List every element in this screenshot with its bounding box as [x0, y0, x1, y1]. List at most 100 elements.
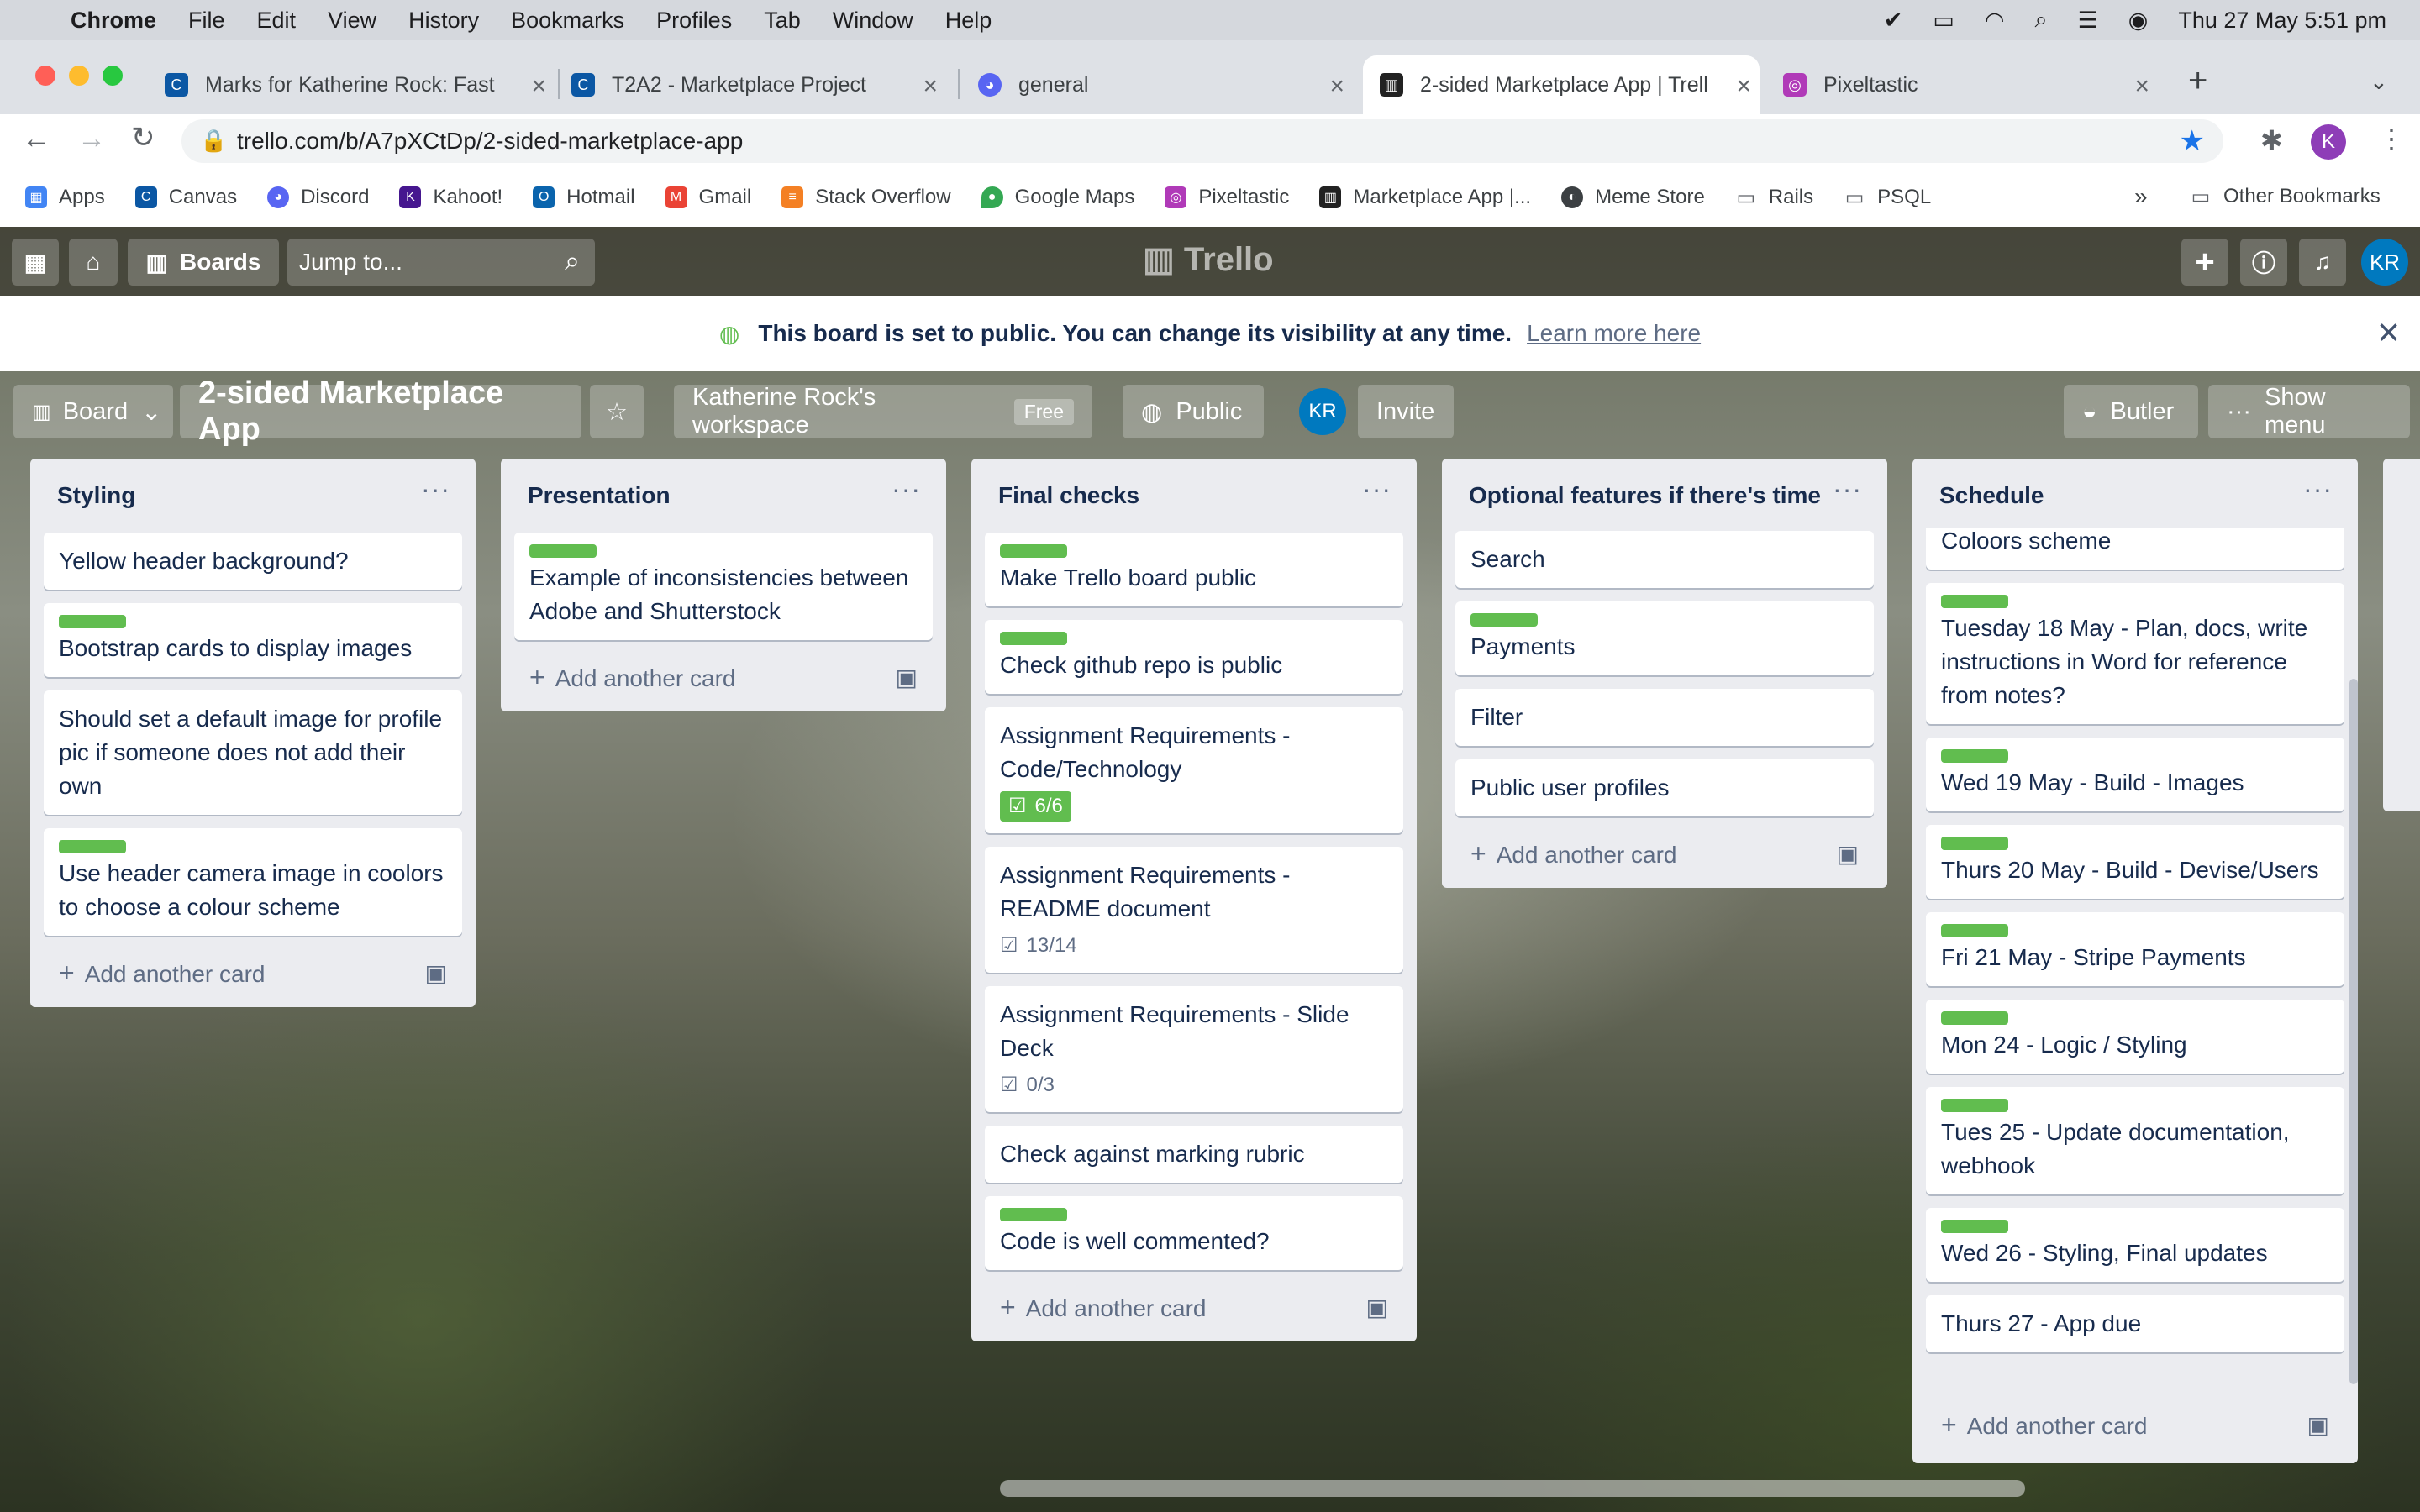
extensions-icon[interactable]: ✱: [2260, 124, 2283, 156]
card[interactable]: Mon 24 - Logic / Styling: [1926, 1000, 2344, 1074]
info-icon[interactable]: ⓘ: [2240, 239, 2287, 286]
bookmark-apps[interactable]: ▦ Apps: [25, 186, 105, 209]
card[interactable]: Fri 21 May - Stripe Payments: [1926, 912, 2344, 986]
card[interactable]: Tues 25 - Update documentation, webhook: [1926, 1087, 2344, 1194]
tab-pixeltastic[interactable]: ◎ Pixeltastic ×: [1783, 55, 2158, 114]
show-menu-button[interactable]: ··· Show menu: [2208, 384, 2410, 438]
app-switcher-icon[interactable]: ▦: [12, 239, 59, 286]
workspace-button[interactable]: Katherine Rock's workspace Free: [674, 384, 1092, 438]
board-title[interactable]: 2-sided Marketplace App: [180, 375, 581, 447]
menu-bookmarks[interactable]: Bookmarks: [511, 8, 624, 34]
menu-help[interactable]: Help: [945, 8, 992, 34]
reload-icon[interactable]: ↻: [131, 121, 155, 155]
list-menu-icon[interactable]: ···: [2303, 474, 2333, 505]
list-cards-scroll-area[interactable]: Coloors scheme Tuesday 18 May - Plan, do…: [1912, 528, 2358, 1391]
menu-window[interactable]: Window: [833, 8, 913, 34]
spotlight-search-icon[interactable]: ⌕: [2034, 7, 2047, 34]
other-bookmarks-folder[interactable]: ▭ Other Bookmarks: [2190, 185, 2381, 208]
card[interactable]: Example of inconsistencies between Adobe…: [514, 533, 933, 640]
bookmark-stack-overflow[interactable]: ≡ Stack Overflow: [781, 186, 951, 209]
battery-icon[interactable]: ▭: [1933, 8, 1954, 34]
card[interactable]: Search: [1455, 531, 1874, 588]
bookmark-pixeltastic[interactable]: ◎ Pixeltastic: [1165, 186, 1289, 209]
card[interactable]: Filter: [1455, 689, 1874, 746]
bookmark-discord[interactable]: ◕ Discord: [267, 186, 369, 209]
card-template-icon[interactable]: ▣: [2307, 1411, 2329, 1439]
learn-more-link[interactable]: Learn more here: [1527, 320, 1701, 347]
boards-button[interactable]: ▥ Boards: [128, 239, 279, 286]
close-window-button[interactable]: [35, 66, 55, 86]
create-button[interactable]: +: [2181, 239, 2228, 286]
list-menu-icon[interactable]: ···: [421, 474, 450, 505]
bookmark-marketplace-app[interactable]: ▥ Marketplace App |...: [1319, 186, 1531, 209]
list-menu-icon[interactable]: ···: [1362, 474, 1392, 505]
zoom-window-button[interactable]: [103, 66, 123, 86]
bookmark-canvas[interactable]: C Canvas: [134, 186, 237, 209]
more-bookmarks-icon[interactable]: »: [2134, 183, 2148, 210]
card[interactable]: Check against marking rubric: [985, 1126, 1403, 1183]
bookmark-meme-store[interactable]: ◐ Meme Store: [1561, 186, 1705, 209]
bookmark-folder-rails[interactable]: ▭ Rails: [1735, 186, 1813, 209]
menu-file[interactable]: File: [188, 8, 225, 34]
add-card-button[interactable]: + Add another card ▣: [971, 1284, 1417, 1341]
board-horizontal-scrollbar[interactable]: [1000, 1480, 2025, 1497]
search-icon[interactable]: ⌕: [565, 245, 580, 277]
forward-icon[interactable]: →: [77, 123, 106, 155]
wifi-icon[interactable]: ◠: [1985, 8, 2005, 34]
close-tab-icon[interactable]: ×: [1329, 72, 1344, 101]
card[interactable]: Assignment Requirements - README documen…: [985, 847, 1403, 973]
bookmark-gmail[interactable]: M Gmail: [665, 186, 751, 209]
card[interactable]: Bootstrap cards to display images: [44, 603, 462, 677]
add-card-button[interactable]: + Add another card ▣: [501, 654, 946, 711]
address-bar[interactable]: 🔒 trello.com/b/A7pXCtDp/2-sided-marketpl…: [182, 119, 2223, 163]
list-title[interactable]: Presentation: [501, 459, 946, 512]
close-tab-icon[interactable]: ×: [2134, 72, 2149, 101]
add-card-button[interactable]: + Add another card ▣: [1442, 830, 1887, 888]
card-template-icon[interactable]: ▣: [1366, 1294, 1388, 1321]
app-menu[interactable]: Chrome: [71, 8, 156, 34]
tab-search-icon[interactable]: ⌄: [2370, 69, 2388, 95]
home-icon[interactable]: ⌂: [69, 239, 118, 286]
tab-trello-active[interactable]: ▥ 2-sided Marketplace App | Trell ×: [1363, 55, 1760, 114]
card[interactable]: Wed 19 May - Build - Images: [1926, 738, 2344, 811]
add-card-button[interactable]: + Add another card ▣: [30, 949, 476, 1007]
card[interactable]: Public user profiles: [1455, 759, 1874, 816]
menu-view[interactable]: View: [328, 8, 376, 34]
tab-canvas-marks[interactable]: C Marks for Katherine Rock: Fast ×: [165, 55, 555, 114]
member-avatar[interactable]: KR: [2361, 239, 2408, 286]
card[interactable]: Make Trello board public: [985, 533, 1403, 606]
list-menu-icon[interactable]: ···: [892, 474, 921, 505]
card-template-icon[interactable]: ▣: [425, 959, 447, 987]
back-icon[interactable]: ←: [22, 123, 50, 155]
card[interactable]: Tuesday 18 May - Plan, docs, write instr…: [1926, 583, 2344, 724]
new-tab-button[interactable]: +: [2188, 62, 2207, 100]
bookmark-google-maps[interactable]: ● Google Maps: [981, 186, 1134, 209]
card[interactable]: Payments: [1455, 601, 1874, 675]
card[interactable]: Yellow header background?: [44, 533, 462, 590]
card[interactable]: Use header camera image in coolors to ch…: [44, 828, 462, 936]
list-title[interactable]: Schedule: [1912, 459, 2358, 512]
close-tab-icon[interactable]: ×: [923, 72, 938, 101]
control-center-icon[interactable]: ☰: [2078, 8, 2098, 34]
card-template-icon[interactable]: ▣: [1837, 840, 1859, 868]
tab-discord-general[interactable]: ◕ general ×: [978, 55, 1353, 114]
close-banner-icon[interactable]: ×: [2377, 309, 2400, 354]
siri-icon[interactable]: ◉: [2128, 8, 2149, 34]
invite-button[interactable]: Invite: [1358, 385, 1454, 438]
card-template-icon[interactable]: ▣: [896, 664, 918, 691]
list-title[interactable]: Optional features if there's time: [1442, 459, 1887, 512]
close-tab-icon[interactable]: ×: [531, 72, 546, 101]
profile-avatar[interactable]: K: [2311, 124, 2346, 160]
card[interactable]: Wed 26 - Styling, Final updates: [1926, 1208, 2344, 1282]
bookmark-hotmail[interactable]: O Hotmail: [533, 186, 635, 209]
visibility-button[interactable]: ◍ Public: [1123, 385, 1264, 438]
board-view-switcher[interactable]: ▥ Board ⌄: [13, 385, 173, 438]
list-title[interactable]: Styling: [30, 459, 476, 512]
bookmark-kahoot[interactable]: K Kahoot!: [399, 186, 502, 209]
card[interactable]: Check github repo is public: [985, 620, 1403, 694]
menu-profiles[interactable]: Profiles: [656, 8, 732, 34]
minimize-window-button[interactable]: [69, 66, 89, 86]
card[interactable]: Thurs 20 May - Build - Devise/Users: [1926, 825, 2344, 899]
list-title[interactable]: Final checks: [971, 459, 1417, 512]
list-menu-icon[interactable]: ···: [1833, 474, 1862, 505]
